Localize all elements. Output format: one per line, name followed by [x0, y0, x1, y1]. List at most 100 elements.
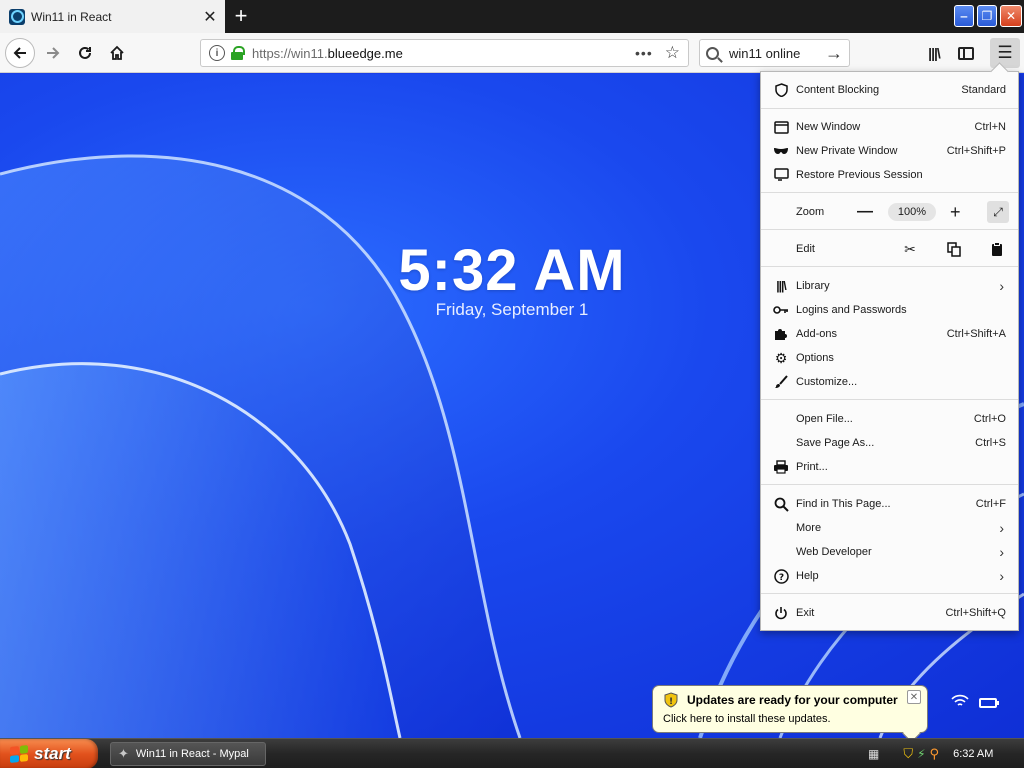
menu-new-window[interactable]: New Window Ctrl+N — [761, 115, 1018, 139]
arrow-right-icon — [47, 47, 60, 59]
browser-tab[interactable]: Win11 in React ✕ — [0, 0, 225, 33]
menu-customize[interactable]: Customize... — [761, 370, 1018, 394]
balloon-close-button[interactable]: ✕ — [907, 690, 921, 704]
reload-button[interactable] — [70, 38, 100, 68]
balloon-message[interactable]: Click here to install these updates. — [663, 713, 831, 725]
url-text[interactable]: https://win11.blueedge.me — [252, 46, 635, 61]
menu-label: Exit — [796, 607, 815, 619]
keyboard-icon[interactable]: ▦ — [868, 747, 879, 761]
menu-content-blocking[interactable]: Content Blocking Standard — [761, 78, 1018, 102]
menu-shortcut: Ctrl+Shift+P — [946, 145, 1006, 157]
back-button[interactable] — [5, 38, 35, 68]
zoom-out-button[interactable]: — — [857, 203, 873, 221]
balloon-title: Updates are ready for your computer — [687, 693, 898, 707]
menu-separator — [761, 266, 1018, 267]
arrow-left-icon — [13, 47, 26, 59]
taskbar-window-label: Win11 in React - Mypal — [135, 748, 249, 760]
search-tray-icon[interactable]: ⚲ — [930, 746, 940, 762]
menu-shortcut: Ctrl+S — [975, 437, 1006, 449]
start-button[interactable]: start — [0, 739, 98, 768]
sidebar-button[interactable] — [951, 38, 981, 68]
sidebar-icon — [958, 46, 974, 60]
menu-web-developer[interactable]: Web Developer › — [761, 540, 1018, 564]
menu-shortcut: Ctrl+Shift+A — [946, 328, 1006, 340]
menu-label: Print... — [796, 461, 828, 473]
security-shield-icon: ! — [664, 692, 678, 708]
menu-label: Customize... — [796, 376, 858, 388]
restore-session-icon — [773, 167, 789, 183]
menu-separator — [761, 108, 1018, 109]
menu-add-ons[interactable]: Add-ons Ctrl+Shift+A — [761, 322, 1018, 346]
menu-restore-session[interactable]: Restore Previous Session — [761, 163, 1018, 187]
menu-label: Help — [796, 570, 819, 582]
start-label: start — [34, 744, 71, 763]
menu-label: Open File... — [796, 413, 853, 425]
bookmark-star-icon[interactable]: ☆ — [665, 43, 680, 63]
zoom-in-button[interactable]: + — [950, 202, 961, 223]
menu-library[interactable]: |||\ Library › — [761, 274, 1018, 298]
gear-icon: ⚙ — [774, 349, 788, 366]
menu-logins-passwords[interactable]: Logins and Passwords — [761, 298, 1018, 322]
tab-close-icon[interactable]: ✕ — [201, 8, 219, 26]
scissors-icon: ✂ — [904, 240, 916, 257]
menu-find-in-page[interactable]: Find in This Page... Ctrl+F — [761, 492, 1018, 516]
new-tab-button[interactable]: + — [229, 4, 253, 28]
menu-new-private-window[interactable]: New Private Window Ctrl+Shift+P — [761, 139, 1018, 163]
network-icon[interactable]: ⚡ — [917, 747, 925, 761]
lock-icon — [231, 46, 245, 60]
menu-open-file[interactable]: Open File... Ctrl+O — [761, 407, 1018, 431]
tab-strip: Win11 in React ✕ + ‒ ❐ ✕ — [0, 0, 1024, 33]
taskbar-window-button[interactable]: ✦ Win11 in React - Mypal — [110, 742, 266, 766]
chevron-right-icon: › — [999, 520, 1004, 536]
app-menu-button[interactable]: ☰ — [990, 38, 1020, 68]
menu-label: Save Page As... — [796, 437, 875, 449]
taskbar: start ✦ Win11 in React - Mypal ▦ ⛉ ⚡ ⚲ 6… — [0, 738, 1024, 768]
window-close-button[interactable]: ✕ — [1000, 5, 1022, 27]
menu-label: Logins and Passwords — [796, 304, 907, 316]
system-tray: ▦ ⛉ ⚡ ⚲ 6:32 AM — [860, 739, 1024, 768]
zoom-reset-button[interactable]: 100% — [888, 203, 936, 221]
restore-button[interactable]: ❐ — [977, 5, 997, 27]
svg-text:?: ? — [778, 573, 783, 583]
paintbrush-icon — [773, 374, 789, 390]
menu-label: Add-ons — [796, 328, 837, 340]
search-bar[interactable]: win11 online → — [699, 39, 850, 67]
wifi-icon — [951, 694, 969, 706]
printer-icon — [773, 459, 789, 475]
library-icon: |||\ — [776, 279, 786, 293]
menu-separator — [761, 192, 1018, 193]
forward-button[interactable] — [38, 38, 68, 68]
minimize-button[interactable]: ‒ — [954, 5, 974, 27]
update-notification-balloon[interactable]: ! Updates are ready for your computer Cl… — [652, 685, 928, 733]
navigation-toolbar: i https://win11.blueedge.me ••• ☆ win11 … — [0, 33, 1024, 73]
puzzle-icon — [773, 326, 789, 342]
copy-button[interactable] — [943, 238, 965, 260]
menu-more[interactable]: More › — [761, 516, 1018, 540]
paste-button[interactable] — [986, 238, 1008, 260]
content-blocking-value: Standard — [961, 84, 1006, 96]
fullscreen-icon: ⤢ — [993, 204, 1003, 219]
page-actions-icon[interactable]: ••• — [635, 45, 653, 61]
menu-print[interactable]: Print... — [761, 455, 1018, 479]
security-alert-icon[interactable]: ⛉ — [903, 746, 913, 762]
search-input[interactable]: win11 online — [729, 46, 825, 61]
cut-button[interactable]: ✂ — [899, 238, 921, 260]
site-info-icon[interactable]: i — [209, 45, 225, 61]
fullscreen-button[interactable]: ⤢ — [987, 201, 1009, 223]
menu-save-page[interactable]: Save Page As... Ctrl+S — [761, 431, 1018, 455]
search-icon — [706, 46, 719, 60]
taskbar-clock[interactable]: 6:32 AM — [953, 748, 993, 760]
clipboard-icon — [992, 241, 1002, 256]
menu-exit[interactable]: Exit Ctrl+Shift+Q — [761, 601, 1018, 625]
search-go-icon[interactable]: → — [825, 43, 843, 64]
address-bar[interactable]: i https://win11.blueedge.me ••• ☆ — [200, 39, 689, 67]
menu-help[interactable]: ? Help › — [761, 564, 1018, 588]
menu-label: Options — [796, 352, 834, 364]
site-favicon-icon — [9, 8, 25, 25]
library-button[interactable]: |||\ — [919, 38, 949, 68]
menu-separator — [761, 593, 1018, 594]
home-button[interactable] — [102, 38, 132, 68]
menu-options[interactable]: ⚙ Options — [761, 346, 1018, 370]
menu-label: More — [796, 522, 822, 534]
new-window-icon — [773, 119, 789, 135]
